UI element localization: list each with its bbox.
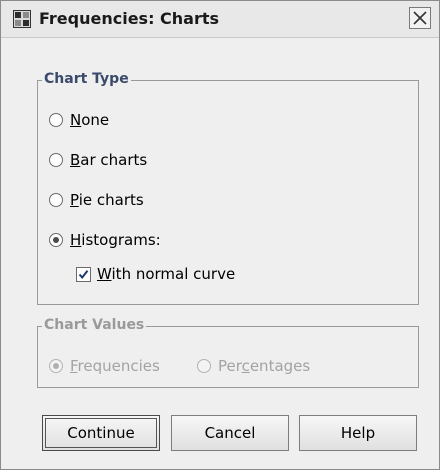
radio-histograms-label: Histograms:	[70, 231, 161, 249]
radio-percentages-label: Percentages	[218, 357, 311, 375]
chart-type-legend: Chart Type	[42, 71, 131, 87]
chart-values-legend: Chart Values	[42, 317, 147, 333]
dialog-window: Frequencies: Charts Chart Type None Bar …	[0, 0, 440, 470]
radio-frequencies[interactable]: Frequencies	[49, 356, 160, 376]
radio-pie-charts-circle[interactable]	[49, 193, 63, 207]
dialog-title: Frequencies: Charts	[39, 9, 220, 28]
radio-none-circle[interactable]	[49, 113, 63, 127]
checkbox-normal-curve[interactable]: With normal curve	[76, 264, 235, 284]
cancel-button[interactable]: Cancel	[171, 415, 289, 451]
checkmark-icon	[78, 269, 89, 279]
radio-frequencies-label: Frequencies	[70, 357, 160, 375]
checkbox-normal-curve-label: With normal curve	[97, 265, 236, 283]
radio-none[interactable]: None	[49, 110, 109, 130]
radio-histograms-circle[interactable]	[49, 233, 63, 247]
checkbox-normal-curve-box[interactable]	[76, 266, 91, 282]
radio-percentages-circle[interactable]	[197, 359, 211, 373]
radio-pie-charts[interactable]: Pie charts	[49, 190, 144, 210]
radio-bar-charts-label: Bar charts	[70, 151, 148, 169]
radio-none-label: None	[70, 111, 110, 129]
radio-bar-charts[interactable]: Bar charts	[49, 150, 147, 170]
continue-button[interactable]: Continue	[42, 415, 160, 451]
radio-bar-charts-circle[interactable]	[49, 153, 63, 167]
help-button[interactable]: Help	[299, 415, 417, 451]
radio-percentages[interactable]: Percentages	[197, 356, 310, 376]
radio-histograms[interactable]: Histograms:	[49, 230, 161, 250]
radio-pie-charts-label: Pie charts	[70, 191, 144, 209]
title-bar[interactable]: Frequencies: Charts	[1, 1, 439, 38]
app-icon	[13, 10, 31, 28]
close-icon[interactable]	[409, 7, 431, 29]
radio-frequencies-circle[interactable]	[49, 359, 63, 373]
